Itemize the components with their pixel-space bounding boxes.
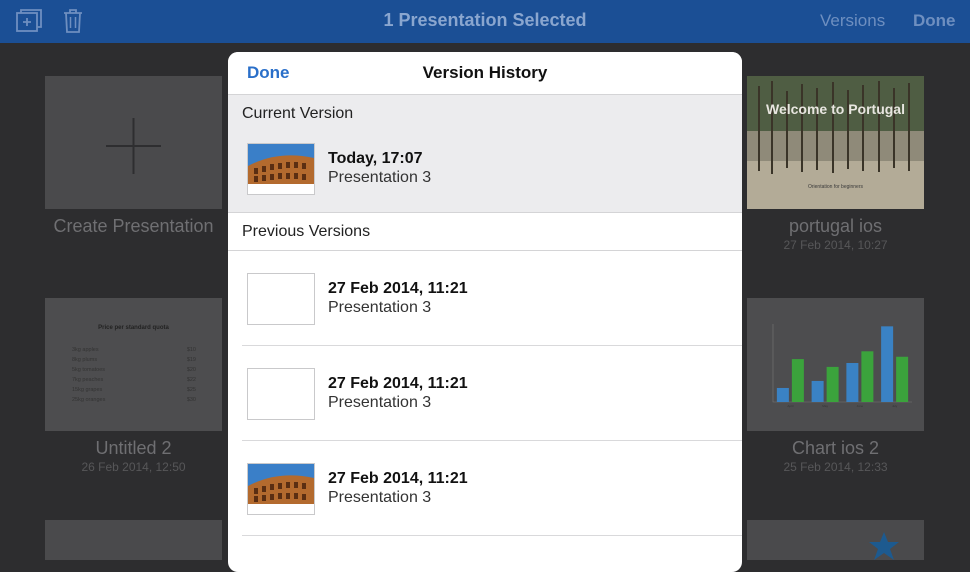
row-divider [242, 535, 742, 536]
version-date: Today, 17:07 [328, 150, 423, 167]
table-row: 15kg grapes $25 [72, 385, 196, 395]
chart-bar [791, 359, 804, 402]
previous-versions-label: Previous Versions [242, 223, 371, 240]
version-thumbnail [247, 143, 315, 195]
chart-bar [826, 366, 839, 402]
sheet-header: Done Version History [228, 52, 742, 95]
version-date: 27 Feb 2014, 11:21 [328, 375, 468, 392]
table-cell-price: $10 [186, 347, 196, 353]
version-name: Presentation 3 [328, 394, 432, 411]
slide-subtitle: Orientation for beginners [807, 184, 864, 190]
table-cell-item: 5kg tomatoes [72, 367, 106, 373]
create-presentation-label: Create Presentation [53, 216, 214, 236]
version-history-sheet: Done Version History Current Version Tod… [228, 52, 742, 572]
table-cell-item: 8kg plums [72, 357, 98, 363]
versions-button[interactable]: Versions [820, 11, 885, 31]
bar-chart: April May June July [772, 324, 912, 408]
plus-icon [106, 118, 161, 174]
done-button[interactable]: Done [913, 11, 956, 31]
table-cell-item: 7kg peaches [72, 377, 104, 383]
version-date: 27 Feb 2014, 11:21 [328, 280, 468, 297]
chart-category-label: June [857, 404, 864, 408]
presentation-thumbnail[interactable] [45, 520, 222, 560]
version-thumbnail [247, 368, 315, 420]
table-row: 3kg apples $10 [72, 345, 196, 355]
version-row-previous-3[interactable]: 27 Feb 2014, 11:21 Presentation 3 [228, 441, 742, 536]
previous-versions-section: Previous Versions [228, 213, 742, 251]
presentation-date: 27 Feb 2014, 10:27 [783, 238, 888, 252]
presentation-name: portugal ios [788, 216, 883, 236]
chart-bar [896, 356, 909, 402]
version-name: Presentation 3 [328, 489, 432, 506]
version-row-previous-2[interactable]: 27 Feb 2014, 11:21 Presentation 3 [228, 346, 742, 441]
current-version-section: Current Version Today, 17:07 Presentatio… [228, 95, 742, 213]
table-cell-price: $19 [186, 357, 196, 363]
version-row-current[interactable]: Today, 17:07 Presentation 3 [228, 123, 742, 218]
sheet-title: Version History [422, 63, 548, 82]
create-presentation-tile[interactable] [45, 76, 222, 209]
price-table: 3kg apples $10 8kg plums $19 5kg tomatoes $20… [72, 345, 196, 405]
presentation-thumbnail-untitled-2[interactable]: Price per standard quota 3kg apples $10 8k… [45, 298, 222, 431]
version-name: Presentation 3 [328, 169, 432, 186]
navigation-bar: 1 Presentation Selected Versions Done [0, 0, 970, 43]
chart-bar [776, 387, 789, 402]
table-row: 25kg oranges $30 [72, 395, 196, 405]
colosseum-image [248, 144, 314, 194]
table-cell-item: 3kg apples [72, 347, 99, 353]
version-thumbnail [247, 463, 315, 515]
table-cell-price: $25 [186, 387, 196, 393]
table-cell-price: $20 [186, 367, 196, 373]
presentation-name: Chart ios 2 [791, 438, 880, 458]
presentation-thumbnail-chart[interactable]: April May June July [747, 298, 924, 431]
presentation-date: 25 Feb 2014, 12:33 [783, 460, 888, 474]
chart-bar [811, 380, 824, 402]
presentation-thumbnail-portugal[interactable]: Welcome to Portugal Orientation for begi… [747, 76, 924, 209]
chart-category-label: April [787, 404, 793, 408]
chart-category-label: July [892, 404, 898, 408]
presentation-date: 26 Feb 2014, 12:50 [81, 460, 186, 474]
table-cell-item: 15kg grapes [72, 387, 103, 393]
chart-bar [846, 363, 859, 402]
table-cell-price: $22 [186, 377, 196, 383]
table-row: 7kg peaches $22 [72, 375, 196, 385]
presentation-thumbnail[interactable] [747, 520, 924, 560]
version-date: 27 Feb 2014, 11:21 [328, 470, 468, 487]
version-thumbnail [247, 273, 315, 325]
chart-category-label: May [822, 404, 828, 408]
chart-bar [881, 326, 894, 402]
star-icon [869, 532, 899, 560]
table-row: 8kg plums $19 [72, 355, 196, 365]
current-version-label: Current Version [242, 105, 354, 122]
chart-bar [861, 351, 874, 402]
table-cell-item: 25kg oranges [72, 397, 106, 403]
colosseum-image [248, 464, 314, 514]
version-row-previous-1[interactable]: 27 Feb 2014, 11:21 Presentation 3 [228, 251, 742, 346]
version-name: Presentation 3 [328, 299, 432, 316]
table-cell-price: $30 [186, 397, 196, 403]
table-title: Price per standard quota [98, 325, 169, 331]
presentation-name: Untitled 2 [95, 438, 172, 458]
slide-title: Welcome to Portugal [766, 101, 905, 117]
table-row: 5kg tomatoes $20 [72, 365, 196, 375]
